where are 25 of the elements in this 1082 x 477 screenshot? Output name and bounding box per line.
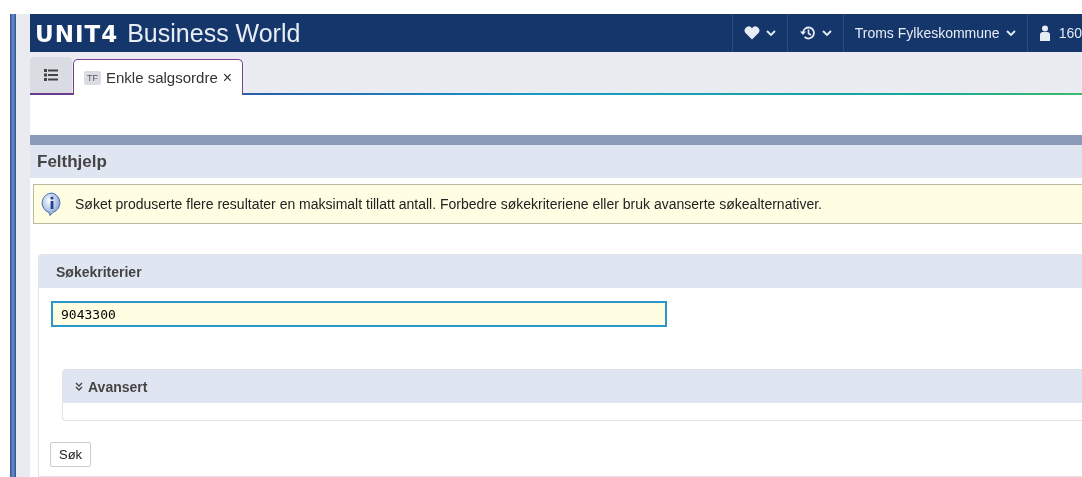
close-icon[interactable]: × [222,68,233,87]
dialog-title: Felthjelp [37,151,107,172]
tab-label: Enkle salgsordre [106,69,218,86]
menu-button[interactable] [30,57,72,93]
user-name: 160 [1058,25,1082,41]
advanced-title: Avansert [88,378,148,395]
tab-badge: TF [84,70,101,85]
search-button[interactable]: Søk [50,442,92,467]
logo: UNIT4 [35,20,119,47]
advanced-header[interactable]: Avansert [63,370,1082,403]
double-chevron-down-icon [75,382,83,391]
info-icon [41,192,63,216]
info-message: Søket produserte flere resultater en maksimalt tillatt antall. Forbedre søkekriteriene eller bruk avanserte søkealternativer. [75,196,822,212]
chevron-down-icon [821,29,832,37]
heart-icon [743,26,760,40]
product-name: Business World [127,18,301,48]
company-name: Troms Fylkeskommune [854,25,1000,41]
search-field[interactable]: 9043300 [51,301,667,327]
panel-title: Søkekriterier [56,263,142,280]
chevron-down-icon [1005,29,1016,37]
person-icon [1038,25,1051,41]
list-icon [44,69,58,81]
tab[interactable]: TF Enkle salgsordre × [73,59,244,95]
history-icon [798,25,816,41]
chevron-down-icon [765,29,776,37]
